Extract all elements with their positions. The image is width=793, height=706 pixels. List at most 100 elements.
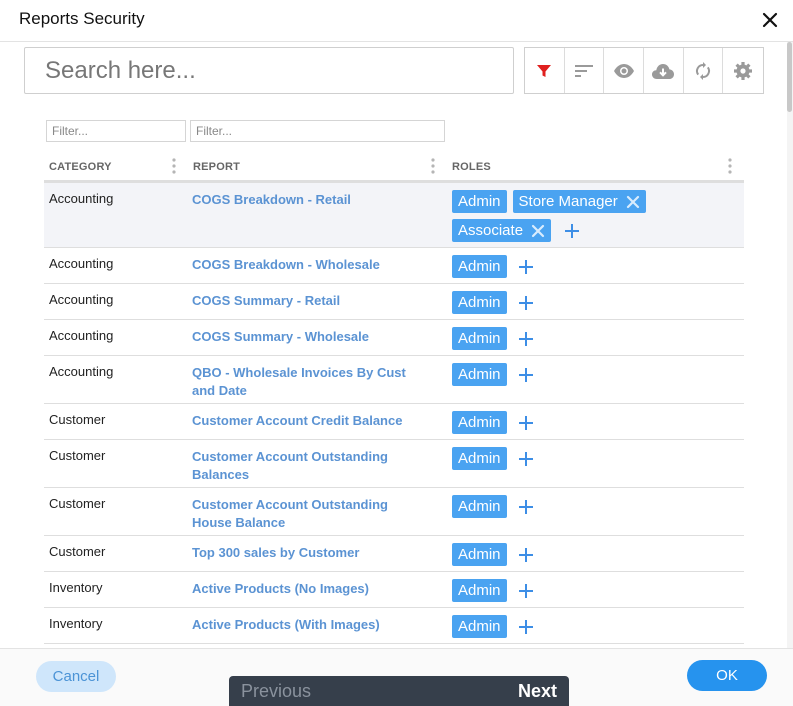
dialog-footer: Cancel OK Previous Next [0, 648, 793, 706]
next-button[interactable]: Next [518, 681, 557, 702]
pagination-bar: Previous Next [229, 676, 569, 706]
column-header-roles[interactable]: ROLES [452, 161, 491, 173]
table-row[interactable]: Accounting COGS Breakdown - Retail Admin… [44, 183, 744, 248]
table-row[interactable]: Accounting COGS Breakdown - Wholesale Ad… [44, 248, 744, 284]
role-chip[interactable]: Store Manager [512, 190, 646, 213]
column-header-category[interactable]: CATEGORY [49, 161, 112, 173]
add-role-button[interactable] [517, 543, 535, 566]
eye-icon [613, 63, 634, 78]
close-icon [762, 12, 778, 28]
category-cell: Customer [49, 412, 106, 427]
sort-button[interactable] [565, 48, 605, 93]
table-row[interactable]: Accounting COGS Summary - Retail Admin [44, 284, 744, 320]
report-link[interactable]: COGS Summary - Wholesale [192, 328, 427, 346]
filter-button[interactable] [525, 48, 565, 93]
table-row[interactable]: Customer Customer Account Outstanding Ho… [44, 488, 744, 536]
role-chip[interactable]: Admin [452, 495, 507, 518]
table-row[interactable]: Inventory Active Products (No Images) Ad… [44, 572, 744, 608]
search-input[interactable] [25, 48, 513, 93]
plus-icon [518, 547, 533, 562]
table-row[interactable]: Accounting COGS Summary - Wholesale Admi… [44, 320, 744, 356]
download-button[interactable] [644, 48, 684, 93]
settings-button[interactable] [723, 48, 763, 93]
role-chip[interactable]: Admin [452, 543, 507, 566]
report-link[interactable]: Customer Account Outstanding Balances [192, 448, 427, 484]
vertical-scrollbar[interactable] [787, 42, 793, 648]
report-link[interactable]: QBO - Wholesale Invoices By Cust and Dat… [192, 364, 427, 400]
add-role-button[interactable] [517, 327, 535, 350]
plus-icon [518, 295, 533, 310]
roles-cell: Admin [452, 579, 742, 608]
report-link[interactable]: COGS Summary - Retail [192, 292, 427, 310]
column-menu-icon[interactable] [172, 156, 176, 176]
column-menu-icon[interactable] [728, 156, 732, 176]
plus-icon [518, 415, 533, 430]
role-chip[interactable]: Admin [452, 615, 507, 638]
category-filter-input[interactable] [46, 120, 186, 142]
column-menu-icon[interactable] [431, 156, 435, 176]
view-button[interactable] [604, 48, 645, 93]
filter-icon [537, 64, 552, 77]
dialog-header: Reports Security [0, 0, 793, 42]
role-chip[interactable]: Admin [452, 291, 507, 314]
category-cell: Accounting [49, 191, 114, 206]
roles-cell: Admin [452, 363, 742, 392]
cancel-button[interactable]: Cancel [36, 661, 116, 692]
plus-icon [518, 259, 533, 274]
report-link[interactable]: COGS Breakdown - Wholesale [192, 256, 427, 274]
report-link[interactable]: Customer Account Outstanding House Balan… [192, 496, 427, 532]
roles-cell: Admin [452, 615, 742, 644]
role-chip-label: Admin [458, 582, 501, 599]
add-role-button[interactable] [517, 495, 535, 518]
table-row[interactable]: Customer Customer Account Credit Balance… [44, 404, 744, 440]
close-button[interactable] [759, 9, 781, 31]
add-role-button[interactable] [517, 411, 535, 434]
table-row[interactable]: Accounting QBO - Wholesale Invoices By C… [44, 356, 744, 404]
add-role-button[interactable] [517, 615, 535, 638]
report-filter-input[interactable] [190, 120, 445, 142]
role-chip-label: Admin [458, 618, 501, 635]
roles-cell: Admin [452, 411, 742, 440]
add-role-button[interactable] [517, 291, 535, 314]
report-link[interactable]: Active Products (No Images) [192, 580, 427, 598]
report-link[interactable]: Customer Account Credit Balance [192, 412, 427, 430]
role-chip[interactable]: Admin [452, 411, 507, 434]
role-chip[interactable]: Admin [452, 363, 507, 386]
add-role-button[interactable] [517, 363, 535, 386]
role-chip-label: Admin [458, 258, 501, 275]
cloud-download-icon [652, 63, 675, 79]
plus-icon [518, 367, 533, 382]
scrollbar-thumb[interactable] [787, 42, 792, 112]
add-role-button[interactable] [517, 579, 535, 602]
report-link[interactable]: Active Products (With Images) [192, 616, 427, 634]
add-role-button[interactable] [517, 255, 535, 278]
table-row[interactable]: Customer Customer Account Outstanding Ba… [44, 440, 744, 488]
plus-icon [518, 583, 533, 598]
role-chip[interactable]: Associate [452, 219, 552, 242]
role-chip[interactable]: Admin [452, 579, 507, 602]
role-chip[interactable]: Admin [452, 190, 507, 213]
role-chip-label: Admin [458, 414, 501, 431]
refresh-button[interactable] [684, 48, 724, 93]
sort-icon [575, 64, 593, 77]
role-chip[interactable]: Admin [452, 447, 507, 470]
close-icon[interactable] [626, 195, 640, 209]
add-role-button[interactable] [517, 447, 535, 470]
category-cell: Customer [49, 496, 106, 511]
report-link[interactable]: COGS Breakdown - Retail [192, 191, 427, 209]
ok-button[interactable]: OK [687, 660, 767, 691]
report-link[interactable]: Top 300 sales by Customer [192, 544, 427, 562]
add-role-button[interactable] [563, 219, 581, 242]
close-icon[interactable] [531, 224, 545, 238]
category-cell: Accounting [49, 292, 114, 307]
table-row[interactable]: Customer Top 300 sales by Customer Admin [44, 536, 744, 572]
role-chip[interactable]: Admin [452, 327, 507, 350]
role-chip-label: Associate [458, 222, 524, 239]
column-header-report[interactable]: REPORT [193, 161, 240, 173]
table-row[interactable]: Inventory Active Products (With Images) … [44, 608, 744, 644]
role-chip[interactable]: Admin [452, 255, 507, 278]
role-chip-label: Store Manager [518, 193, 618, 210]
role-chip-label: Admin [458, 193, 501, 210]
previous-button[interactable]: Previous [241, 681, 311, 702]
toolbar [524, 47, 764, 94]
